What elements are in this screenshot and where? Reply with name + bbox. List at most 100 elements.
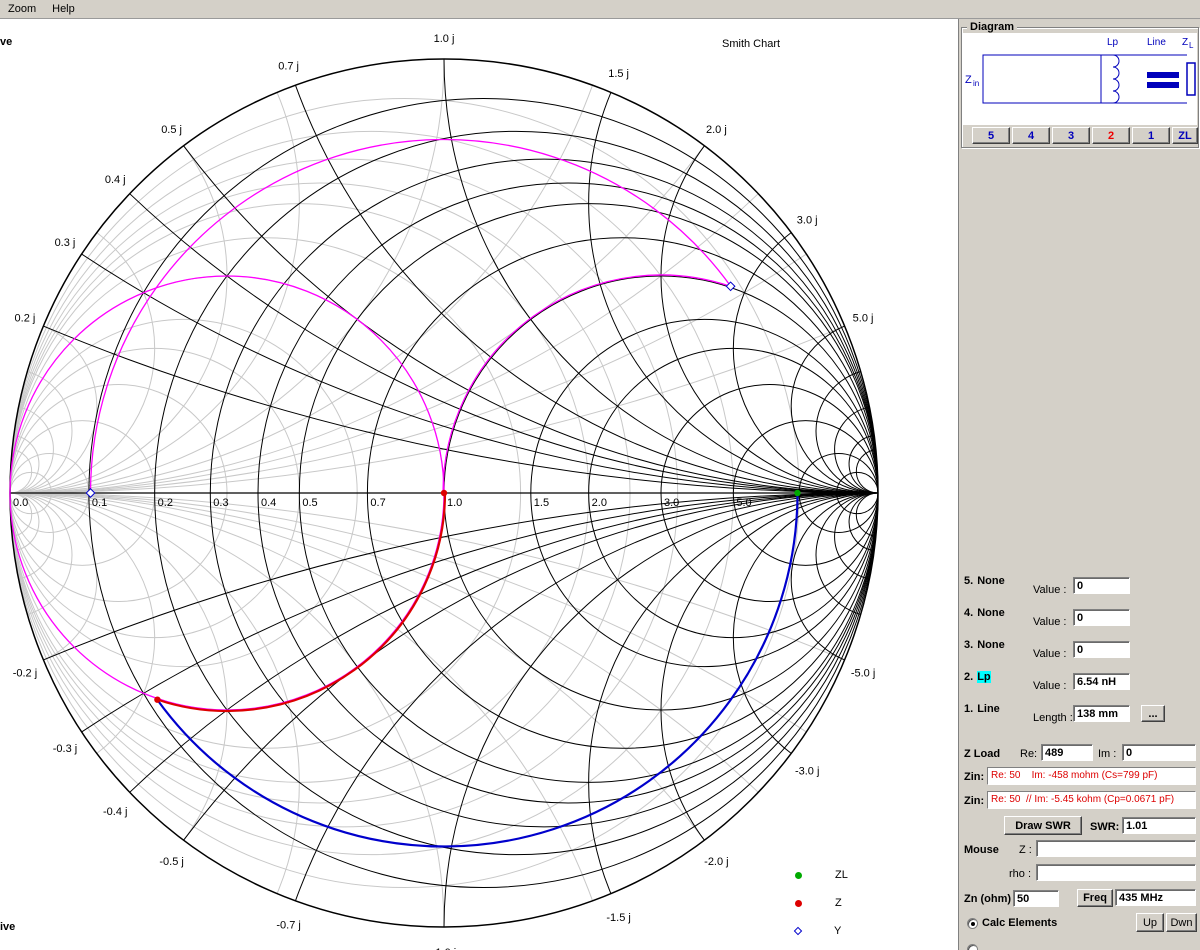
x-rim-label: 1.5 j [608, 68, 629, 80]
menubar: Zoom Help [0, 0, 1200, 19]
element-5-button[interactable]: 5 [972, 127, 1010, 144]
rho-label: rho : [1009, 868, 1031, 880]
mouse-z-label: Z : [1019, 844, 1032, 856]
element-1-label[interactable]: 1.Line [964, 703, 1000, 715]
clipped-text-bottom: ive [0, 921, 15, 933]
element-row-1: 1.Line Length : ... [959, 702, 1200, 732]
clipped-radio[interactable] [967, 944, 978, 950]
x-rim-label: -0.7 j [276, 920, 300, 932]
zin-parallel-text: Re: 50 // Im: -5.45 kohm (Cp=0.0671 pF) [991, 794, 1174, 805]
trace-z-line [157, 493, 797, 847]
freq-input[interactable] [1115, 889, 1196, 906]
element-1-button[interactable]: 1 [1132, 127, 1170, 144]
legend-item-z: Z [795, 889, 848, 917]
clipped-option-row [959, 938, 1200, 950]
element-5-label[interactable]: 5.None [964, 575, 1005, 587]
x-rim-label: 1.0 j [434, 33, 455, 45]
x-rim-label: -0.4 j [103, 806, 127, 818]
zl-sub-label: L [1189, 41, 1194, 50]
z-dot-icon [795, 900, 802, 907]
zin-label: Zin: [964, 771, 984, 783]
zn-label: Zn (ohm) [964, 893, 1011, 905]
element-3-button[interactable]: 3 [1052, 127, 1090, 144]
value-label: Value : [1033, 680, 1066, 692]
dwn-button[interactable]: Dwn [1166, 913, 1197, 932]
up-button[interactable]: Up [1136, 913, 1164, 932]
element-4-button[interactable]: 4 [1012, 127, 1050, 144]
element-4-value-input[interactable] [1073, 609, 1130, 626]
marker-zl [794, 490, 800, 496]
marker-z-after-line [154, 697, 160, 703]
zin-label: Z [965, 74, 972, 86]
element-3-value-input[interactable] [1073, 641, 1130, 658]
r-axis-label: 0.2 [158, 497, 173, 509]
zin-series-text: Re: 50 Im: -458 mohm (Cs=799 pF) [991, 770, 1157, 781]
legend-item-y: Y [795, 917, 848, 945]
x-rim-label: 2.0 j [706, 124, 727, 136]
element-2-value-input[interactable] [1073, 673, 1130, 690]
x-rim-label: 0.7 j [278, 60, 299, 72]
element-4-label[interactable]: 4.None [964, 607, 1005, 619]
diagram-panel: Diagram Z in Lp Line Z L 5 4 3 2 1 ZL [961, 27, 1199, 148]
zin-series-readout: Re: 50 Im: -458 mohm (Cs=799 pF) [987, 767, 1196, 785]
legend-label: Y [834, 925, 841, 937]
circuit-diagram: Z in Lp Line Z L [963, 33, 1197, 125]
zn-input[interactable] [1013, 890, 1059, 907]
r-axis-label: 2.0 [592, 497, 607, 509]
element-2-button[interactable]: 2 [1092, 127, 1130, 144]
z-load-label: Z Load [964, 748, 1000, 760]
element-zl-button[interactable]: ZL [1172, 127, 1198, 144]
swr-label: SWR: [1090, 821, 1119, 833]
zin-parallel-readout: Re: 50 // Im: -5.45 kohm (Cp=0.0671 pF) [987, 791, 1196, 809]
element-3-label[interactable]: 3.None [964, 639, 1005, 651]
value-label: Value : [1033, 616, 1066, 628]
mouse-label: Mouse [964, 844, 999, 856]
smith-chart-svg[interactable]: 0.00.10.20.30.40.50.71.01.52.03.05.00.2 … [0, 0, 958, 950]
line-symbol-icon [1147, 72, 1179, 78]
menu-item-zoom[interactable]: Zoom [0, 0, 44, 18]
swr-input[interactable] [1122, 817, 1196, 834]
chart-title: Smith Chart [722, 38, 780, 50]
marker-z-input [441, 490, 447, 496]
x-rim-label: 0.2 j [15, 312, 36, 324]
lp-label: Lp [1107, 37, 1119, 48]
draw-swr-button[interactable]: Draw SWR [1004, 816, 1082, 835]
mouse-z-input[interactable] [1036, 840, 1196, 857]
rho-input[interactable] [1036, 864, 1196, 881]
x-rim-label: 0.5 j [161, 124, 182, 136]
x-rim-label: -0.2 j [13, 668, 37, 680]
re-label: Re: [1020, 748, 1037, 760]
diagram-title: Diagram [967, 21, 1017, 33]
element-2-label[interactable]: 2.Lp [964, 671, 991, 683]
element-row-4: 4.None Value : [959, 606, 1200, 636]
inductor-icon [1113, 55, 1119, 103]
clipped-text-top: ve [0, 36, 12, 48]
z-load-im-input[interactable] [1122, 744, 1196, 761]
line-length-input[interactable] [1073, 705, 1130, 722]
r-axis-label: 0.1 [92, 497, 107, 509]
marker-y-after-line [726, 282, 734, 290]
element-5-value-input[interactable] [1073, 577, 1130, 594]
freq-button[interactable]: Freq [1077, 889, 1113, 907]
line-more-button[interactable]: ... [1141, 705, 1165, 722]
r-axis-label: 1.0 [447, 497, 462, 509]
x-rim-label: 0.3 j [55, 237, 76, 249]
legend-label: Z [835, 897, 842, 909]
r-axis-label: 1.5 [534, 497, 549, 509]
z-load-re-input[interactable] [1041, 744, 1093, 761]
x-rim-label: -5.0 j [851, 668, 875, 680]
wire-box [983, 55, 1101, 103]
trace-y-line [91, 139, 731, 493]
element-row-2: 2.Lp Value : [959, 670, 1200, 700]
element-row-5: 5.None Value : [959, 574, 1200, 604]
calc-elements-label: Calc Elements [982, 917, 1057, 929]
chart-legend: ZL Z Y [795, 861, 848, 945]
r-axis-label: 0.0 [13, 497, 28, 509]
legend-label: ZL [835, 869, 848, 881]
menu-item-help[interactable]: Help [44, 0, 83, 18]
smith-chart-canvas[interactable]: 0.00.10.20.30.40.50.71.01.52.03.05.00.2 … [0, 0, 958, 950]
value-label: Value : [1033, 584, 1066, 596]
calc-elements-radio[interactable] [967, 918, 978, 929]
r-axis-label: 0.5 [302, 497, 317, 509]
line-label: Line [1147, 37, 1166, 48]
